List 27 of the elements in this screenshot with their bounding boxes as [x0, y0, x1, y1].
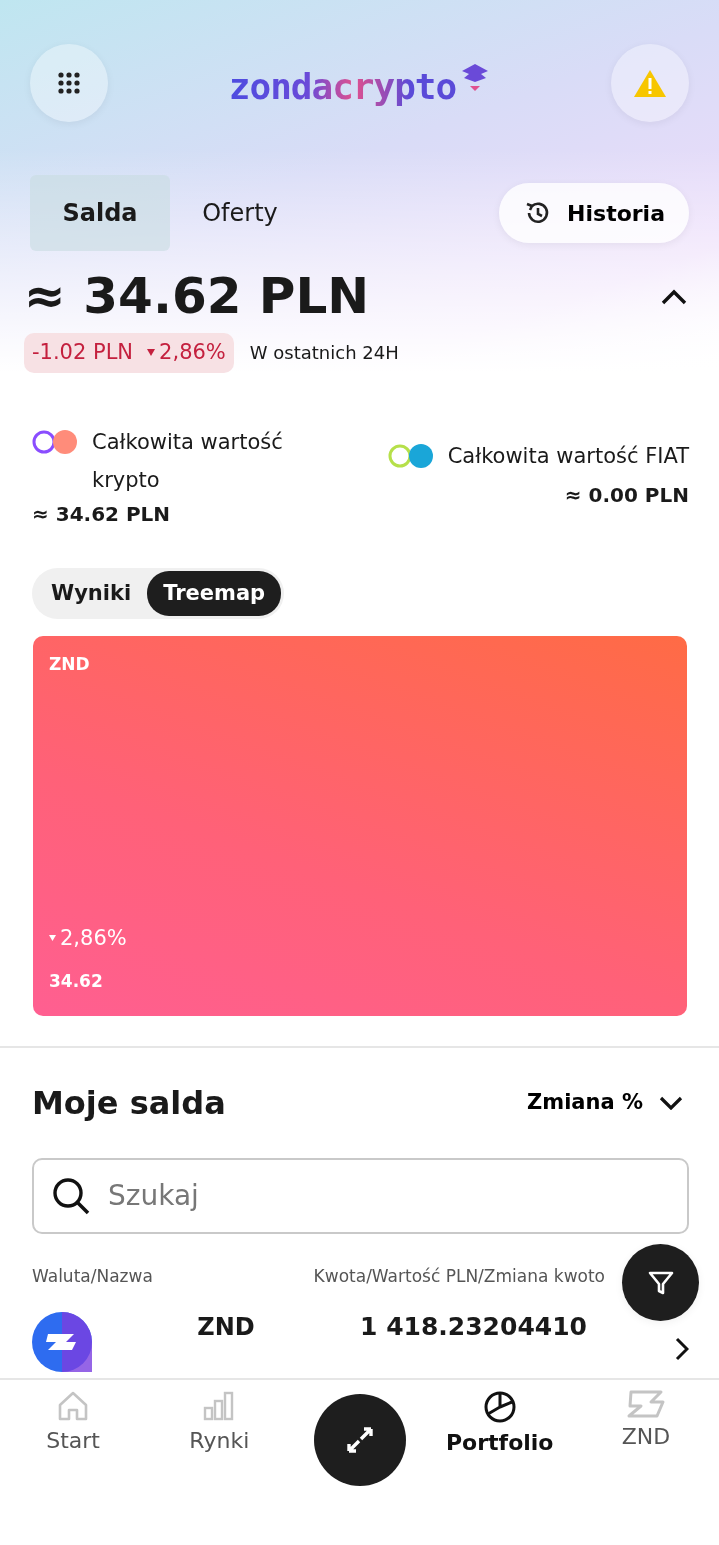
nav-item[interactable]: Portfolio: [426, 1380, 573, 1460]
summary-value: ≈ 0.00 PLN: [563, 482, 689, 509]
tile-change: 2,86%: [60, 924, 127, 952]
tile-symbol: ZND: [49, 653, 90, 676]
tab[interactable]: Oferty: [170, 175, 310, 251]
column-header: Kwota/Wartość PLN/Zmiana kwoto: [313, 1265, 605, 1289]
change-badge: -1.02 PLN 2,86%: [24, 333, 234, 373]
summary-label: Całkowita wartość krypto: [92, 428, 284, 494]
nav-item[interactable]: ZND: [572, 1380, 719, 1454]
balance-amount: 1 418.23204410: [360, 1311, 587, 1344]
nav-item[interactable]: Start: [0, 1380, 147, 1458]
period-label: W ostatnich 24H: [249, 341, 399, 366]
tab[interactable]: Salda: [30, 175, 170, 251]
search-field[interactable]: Szukaj: [32, 1158, 689, 1235]
view-toggle[interactable]: Wyniki: [35, 570, 148, 616]
sort-dropdown[interactable]: Zmiana %: [521, 1086, 689, 1120]
tile-value: 34.62: [49, 969, 103, 993]
total-balance: ≈ 34.62 PLN: [24, 271, 370, 321]
view-toggle[interactable]: Treemap: [147, 570, 282, 616]
history-button[interactable]: Historia: [499, 183, 689, 243]
summary-value: ≈ 34.62 PLN: [32, 500, 172, 528]
nav-item[interactable]: Rynki: [146, 1380, 293, 1458]
summary-label: Całkowita wartość FIAT: [447, 442, 689, 470]
currency-symbol: ZND: [197, 1311, 255, 1343]
section-title: Moje salda: [32, 1084, 226, 1123]
column-header: Waluta/Nazwa: [32, 1265, 153, 1289]
search-input[interactable]: Szukaj: [106, 1174, 669, 1219]
